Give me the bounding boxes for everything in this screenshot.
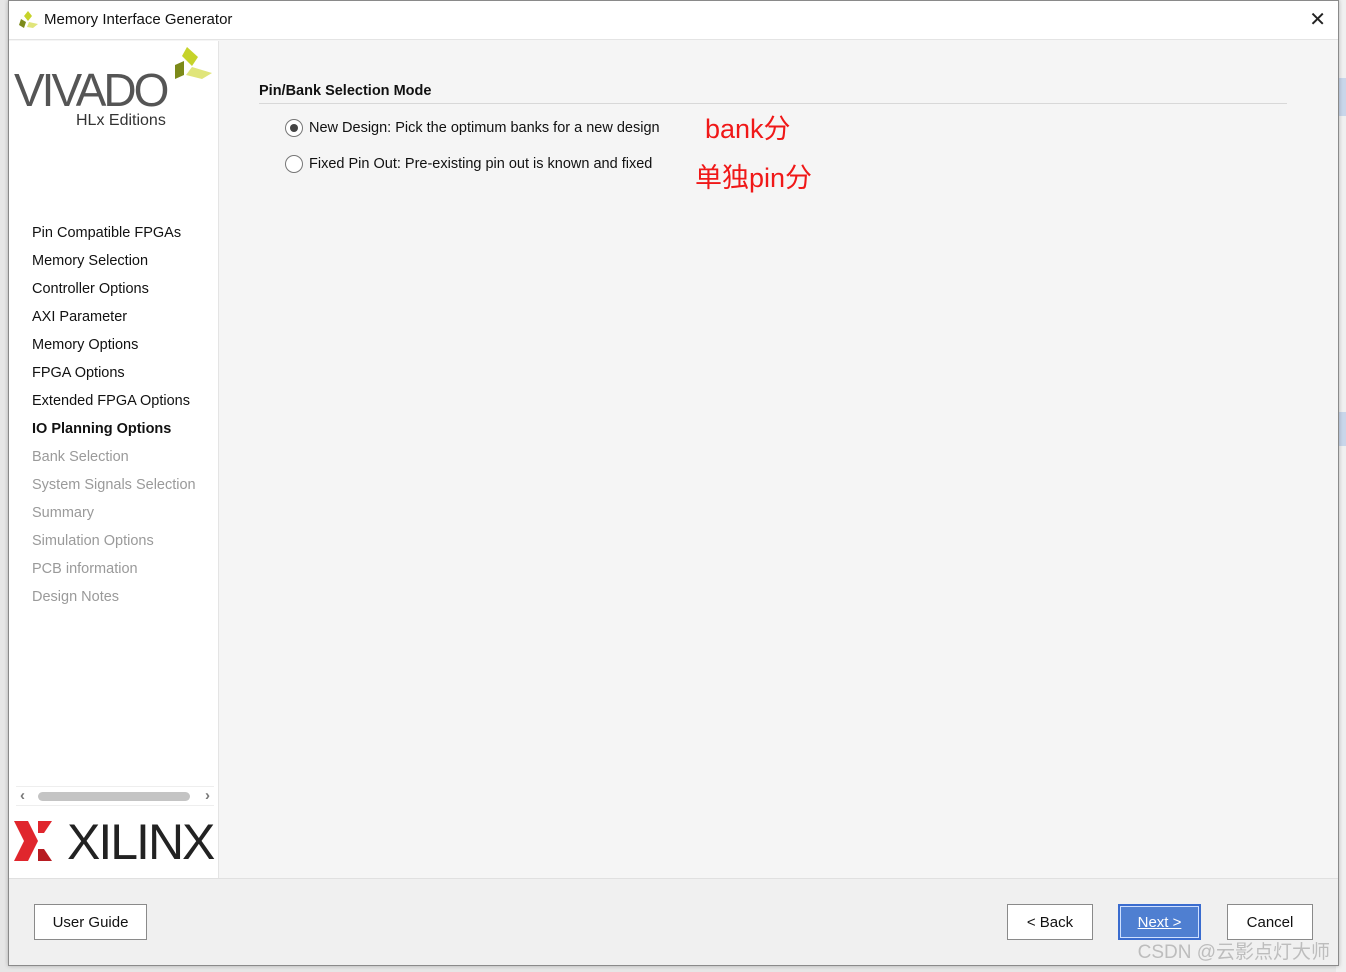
next-label: Next > — [1137, 913, 1182, 931]
step-item: Simulation Options — [32, 533, 154, 549]
step-item[interactable]: IO Planning Options — [32, 421, 196, 449]
step-item[interactable]: Extended FPGA Options — [32, 393, 196, 421]
step-item: Design Notes — [32, 589, 120, 605]
user-guide-label: User Guide — [52, 913, 129, 931]
vivado-logo: VIVADO — [14, 64, 169, 116]
step-item: System Signals Selection — [32, 477, 196, 493]
scroll-left-icon[interactable]: ‹ — [20, 787, 25, 804]
radio-button[interactable] — [285, 155, 303, 173]
mig-dialog: Memory Interface Generator ✕ VIVADO HLx … — [8, 0, 1339, 966]
step-item[interactable]: Memory Selection — [32, 253, 196, 281]
title-bar: Memory Interface Generator ✕ — [9, 1, 1338, 40]
radio-new-design[interactable]: New Design: Pick the optimum banks for a… — [285, 119, 660, 137]
footer: User Guide < Back Next > Cancel CSDN @云影… — [9, 878, 1338, 965]
step-item[interactable]: Pin Compatible FPGAs — [32, 225, 196, 253]
step-item[interactable]: FPGA Options — [32, 365, 196, 393]
step-item[interactable]: AXI Parameter — [32, 309, 196, 337]
back-label: < Back — [1026, 913, 1074, 931]
step-item[interactable]: Controller Options — [32, 281, 196, 309]
option-label: New Design: Pick the optimum banks for a… — [309, 120, 660, 136]
xilinx-logo-mark-icon — [14, 821, 52, 861]
annotation-bank: bank分 — [705, 114, 791, 144]
user-guide-button[interactable]: User Guide — [34, 904, 147, 940]
radio-button[interactable] — [285, 119, 303, 137]
app-logo-icon — [19, 11, 38, 28]
xilinx-logo: XILINX — [67, 814, 215, 870]
back-button[interactable]: < Back — [1007, 904, 1093, 940]
annotation-pin: 单独pin分 — [695, 163, 813, 193]
scroll-right-icon[interactable]: › — [205, 787, 210, 804]
option-label: Fixed Pin Out: Pre-existing pin out is k… — [309, 156, 653, 172]
sidebar: VIVADO HLx Editions Pin Compatible FPGAs… — [9, 41, 219, 878]
step-item: Summary — [32, 505, 95, 521]
hlx-editions-label: HLx Editions — [76, 112, 166, 129]
main-panel: Pin/Bank Selection Mode New Design: Pick… — [259, 83, 1287, 193]
step-item[interactable]: Memory Options — [32, 337, 196, 365]
vivado-logo-mark-icon — [175, 47, 212, 79]
section-title: Pin/Bank Selection Mode — [259, 83, 1287, 104]
radio-fixed-pin-out[interactable]: Fixed Pin Out: Pre-existing pin out is k… — [285, 155, 652, 173]
next-button[interactable]: Next > — [1118, 904, 1201, 940]
step-item: Bank Selection — [32, 449, 129, 465]
cancel-label: Cancel — [1246, 913, 1294, 931]
cancel-button[interactable]: Cancel — [1227, 904, 1313, 940]
close-icon[interactable]: ✕ — [1309, 7, 1326, 32]
sidebar-horizontal-scrollbar[interactable]: ‹ › — [16, 786, 214, 806]
step-list: Pin Compatible FPGAs Memory Selection Cont… — [32, 225, 196, 617]
step-item: PCB information — [32, 561, 138, 577]
window-title: Memory Interface Generator — [44, 11, 233, 28]
watermark: CSDN @云影点灯大师 — [1137, 942, 1330, 963]
scrollbar-thumb[interactable] — [38, 792, 190, 801]
